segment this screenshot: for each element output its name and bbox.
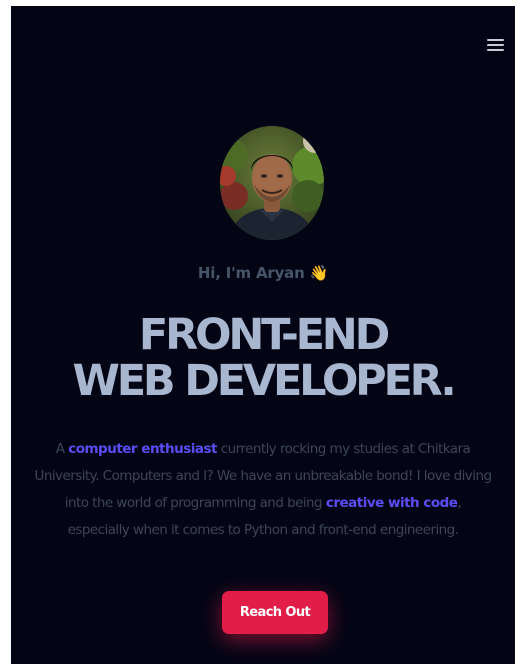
greeting-text: Hi, I'm Aryan [197, 264, 305, 282]
menu-bar-middle [487, 44, 504, 46]
hamburger-menu-icon[interactable] [486, 36, 506, 52]
wave-emoji: 👋 [309, 264, 329, 282]
bio-highlight-computer-enthusiast: computer enthusiast [68, 441, 217, 457]
bio-paragraph: A computer enthusiast currently rocking … [33, 436, 493, 544]
headline-line-1: FRONT-END [138, 310, 390, 360]
greeting: Hi, I'm Aryan 👋 [11, 264, 515, 282]
menu-bar-top [487, 39, 504, 41]
bio-highlight-creative-with-code: creative with code [325, 495, 458, 511]
bio-text-1: A [55, 441, 69, 457]
reach-out-button[interactable]: Reach Out [222, 591, 328, 634]
page-title: FRONT-END WEB DEVELOPER. [11, 312, 515, 404]
page-frame: Hi, I'm Aryan 👋 FRONT-END WEB DEVELOPER.… [11, 6, 515, 664]
avatar-photo [220, 126, 324, 240]
menu-bar-bottom [487, 49, 504, 51]
headline-line-2: WEB DEVELOPER. [72, 356, 456, 406]
avatar [220, 126, 324, 240]
